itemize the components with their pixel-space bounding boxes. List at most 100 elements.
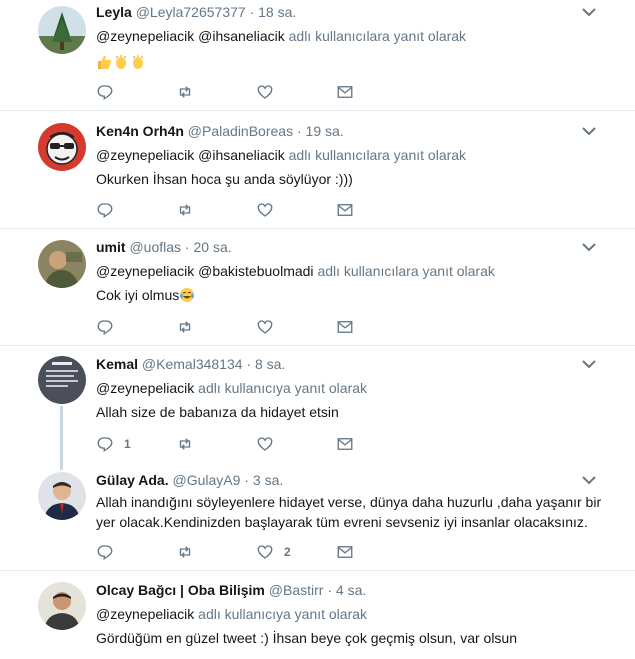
tweet[interactable]: Kemal @Kemal348134 · 8 sa. @zeynepeliaci… [0,346,635,461]
reply-context: @zeynepeliacik adlı kullanıcıya yanıt ol… [96,378,605,398]
reply-context-label: adlı kullanıcıya yanıt olarak [198,380,368,396]
clapping-hands-icon [113,54,129,70]
timestamp[interactable]: 19 sa. [306,123,344,139]
like-button[interactable] [256,82,284,102]
direct-message-button[interactable] [336,82,354,102]
tweet-actions [96,200,396,220]
separator-dot: · [181,239,194,255]
reply-icon [97,203,113,219]
thread-connector [60,406,63,461]
tweet-text-body: Cok iyi olmus [96,287,180,303]
timestamp[interactable]: 18 sa. [258,4,296,20]
reply-mentions[interactable]: @zeynepeliacik [96,606,194,622]
tweet-text: Okurken İhsan hoca şu anda söylüyor :))) [96,171,353,187]
tweet-text: Allah size de babanıza da hidayet etsin [96,404,339,420]
reply-mentions[interactable]: @zeynepeliacik @ihsaneliacik [96,147,285,163]
thread-connector [60,460,63,470]
chevron-down-icon[interactable] [579,121,599,141]
chevron-down-icon[interactable] [579,470,599,490]
reply-mentions[interactable]: @zeynepeliacik [96,380,194,396]
timestamp[interactable]: 8 sa. [255,356,285,372]
user-handle[interactable]: @uoflas [129,239,181,255]
user-handle[interactable]: @Bastirr [269,582,324,598]
user-handle[interactable]: @Kemal348134 [142,356,243,372]
like-button[interactable] [256,317,284,337]
tweet-text: Gördüğüm en güzel tweet :) İhsan beye ço… [96,630,517,646]
avatar[interactable] [38,582,86,630]
tweet[interactable]: Leyla @Leyla72657377 · 18 sa. @zeynepeli… [0,0,635,108]
avatar[interactable] [38,6,86,54]
reply-mentions[interactable]: @zeynepeliacik @ihsaneliacik [96,28,285,44]
avatar[interactable] [38,472,86,520]
tears-of-joy-icon [179,287,195,303]
direct-message-button[interactable] [336,542,354,562]
tweet[interactable]: Gülay Ada. @GulayA9 · 3 sa. Allah inandı… [0,460,635,570]
display-name[interactable]: Gülay Ada. [96,472,169,488]
user-handle[interactable]: @PaladinBoreas [188,123,293,139]
reply-count: 1 [124,437,131,451]
reply-context: @zeynepeliacik adlı kullanıcıya yanıt ol… [96,604,605,624]
reply-icon [97,320,113,336]
heart-icon [257,320,273,334]
reply-context-label: adlı kullanıcıya yanıt olarak [198,606,368,622]
reply-button[interactable] [96,82,124,102]
thumbs-up-icon [96,54,112,70]
reply-button[interactable] [96,542,124,562]
separator-dot: · [293,123,306,139]
retweet-button[interactable] [176,200,204,220]
retweet-icon [179,86,191,98]
chevron-down-icon[interactable] [579,2,599,22]
reply-button[interactable] [96,200,124,220]
separator-dot: · [240,472,253,488]
direct-message-button[interactable] [336,434,354,454]
reply-button[interactable] [96,317,124,337]
timestamp[interactable]: 20 sa. [193,239,231,255]
like-button[interactable]: 2 [256,542,291,562]
reply-icon [97,85,113,101]
user-handle[interactable]: @GulayA9 [173,472,241,488]
like-button[interactable] [256,434,284,454]
reply-icon [97,545,113,561]
separator-dot: · [323,582,336,598]
reply-context: @zeynepeliacik @ihsaneliacik adlı kullan… [96,26,605,46]
display-name[interactable]: Olcay Bağcı | Oba Bilişim [96,582,265,598]
heart-icon [257,203,273,217]
tweet-text: Cok iyi olmus [96,285,605,305]
display-name[interactable]: Kemal [96,356,138,372]
envelope-icon [337,321,353,333]
reply-mentions[interactable]: @zeynepeliacik @bakistebuolmadi [96,263,314,279]
display-name[interactable]: Leyla [96,4,132,20]
retweet-button[interactable] [176,317,204,337]
display-name[interactable]: umit [96,239,126,255]
retweet-button[interactable] [176,542,204,562]
tweet-header: Gülay Ada. @GulayA9 · 3 sa. [96,470,605,490]
tweet-text [96,52,605,72]
direct-message-button[interactable] [336,317,354,337]
display-name[interactable]: Ken4n Orh4n [96,123,184,139]
heart-icon [257,437,273,451]
avatar[interactable] [38,240,86,288]
tweet[interactable]: Olcay Bağcı | Oba Bilişim @Bastirr · 4 s… [0,571,635,659]
chevron-down-icon[interactable] [579,237,599,257]
direct-message-button[interactable] [336,200,354,220]
tweet-replies-feed: Leyla @Leyla72657377 · 18 sa. @zeynepeli… [0,0,635,659]
timestamp[interactable]: 3 sa. [253,472,283,488]
tweet-header: Kemal @Kemal348134 · 8 sa. [96,354,605,374]
tweet-actions [96,317,396,337]
chevron-down-icon[interactable] [579,354,599,374]
user-handle[interactable]: @Leyla72657377 [136,4,246,20]
tweet-header: umit @uoflas · 20 sa. [96,237,605,257]
retweet-button[interactable] [176,82,204,102]
timestamp[interactable]: 4 sa. [336,582,366,598]
retweet-button[interactable] [176,434,204,454]
reply-button[interactable]: 1 [96,434,131,454]
tweet[interactable]: umit @uoflas · 20 sa. @zeynepeliacik @ba… [0,229,635,345]
avatar[interactable] [38,356,86,404]
avatar[interactable] [38,123,86,171]
tweet[interactable]: Ken4n Orh4n @PaladinBoreas · 19 sa. @zey… [0,111,635,228]
retweet-icon [179,321,191,333]
separator-dot: · [242,356,255,372]
retweet-icon [179,204,191,216]
like-button[interactable] [256,200,284,220]
retweet-icon [179,546,191,558]
